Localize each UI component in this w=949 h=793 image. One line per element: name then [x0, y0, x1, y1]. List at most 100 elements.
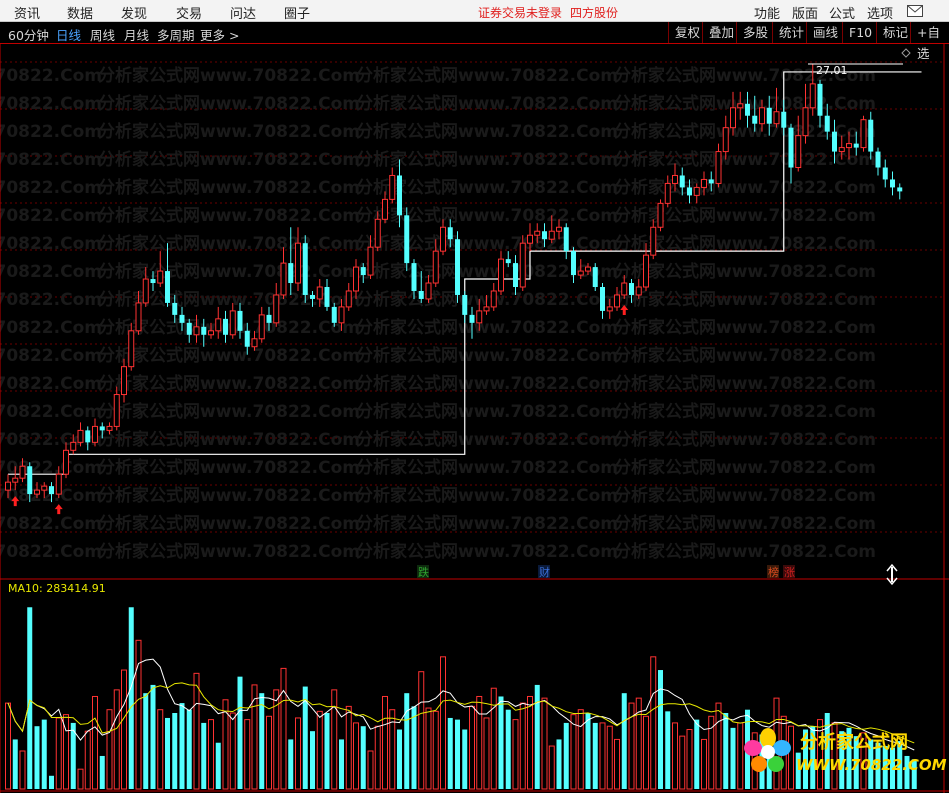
- logo-url: WWW.70822.COM: [796, 756, 947, 774]
- menu-discover[interactable]: 发现: [121, 3, 147, 22]
- candle-body-up: [55, 473, 62, 495]
- volume-bar-down: [592, 722, 598, 789]
- watermark-text: 分析家公式网www.70822.Com: [0, 93, 102, 114]
- candle-body-down: [708, 179, 714, 184]
- draw-line-button[interactable]: 画线: [806, 22, 844, 43]
- watermark-text: 分析家公式网www.70822.Com: [98, 93, 360, 114]
- watermark-text: 分析家公式网www.70822.Com: [0, 149, 102, 170]
- volume-bar-up: [527, 695, 533, 790]
- menu-options[interactable]: 选项: [867, 3, 893, 22]
- marker-rank[interactable]: 榜: [768, 565, 779, 579]
- mark-button[interactable]: 标记: [876, 22, 914, 43]
- watermark-text: 分析家公式网www.70822.Com: [614, 457, 876, 478]
- candle-body-up: [490, 290, 497, 308]
- candle-body-up: [280, 262, 287, 296]
- f10-button[interactable]: F10: [842, 22, 878, 43]
- candle-body-down: [600, 287, 605, 311]
- candle-body-up: [135, 302, 142, 332]
- adjust-button[interactable]: 复权: [668, 22, 706, 43]
- menu-news[interactable]: 资讯: [14, 3, 40, 22]
- tab-more[interactable]: 更多 >: [200, 25, 239, 44]
- volume-indicator-label: MA10: 283414.91: [8, 582, 106, 595]
- watermark-text: 分析家公式网www.70822.Com: [614, 149, 876, 170]
- volume-bar-down: [165, 717, 170, 789]
- candle-body-down: [563, 227, 569, 252]
- volume-bar-up: [686, 729, 693, 790]
- watermark-text: 分析家公式网www.70822.Com: [0, 233, 102, 254]
- volume-bar-up: [599, 722, 606, 790]
- volume-bar-down: [215, 742, 221, 789]
- watermark-text: 分析家公式网www.70822.Com: [0, 513, 102, 534]
- watermark-text: 分析家公式网www.70822.Com: [98, 541, 360, 562]
- watermark-text: 分析家公式网www.70822.Com: [98, 205, 360, 226]
- menu-circle[interactable]: 圈子: [284, 3, 310, 22]
- volume-bar-up: [345, 705, 352, 790]
- candle-body-down: [27, 466, 33, 495]
- volume-bar-down: [505, 709, 511, 789]
- menu-formula[interactable]: 公式: [829, 3, 855, 22]
- watermark-text: 分析家公式网www.70822.Com: [356, 485, 618, 506]
- mail-icon[interactable]: [907, 5, 923, 17]
- candle-body-up: [295, 242, 301, 284]
- candle-body-down: [324, 287, 330, 307]
- candle-body-up: [425, 282, 432, 300]
- candle-body-down: [882, 167, 888, 180]
- overlay-button[interactable]: 叠加: [702, 22, 740, 43]
- marker-finance[interactable]: 财: [539, 565, 550, 579]
- watermark-text: 分析家公式网www.70822.Com: [356, 205, 618, 226]
- candle-body-down: [165, 271, 170, 303]
- candle-body-up: [258, 314, 265, 340]
- menu-layout[interactable]: 版面: [792, 3, 818, 22]
- volume-bar-down: [556, 739, 562, 789]
- volume-bar-down: [447, 717, 453, 789]
- diamond-icon[interactable]: [901, 48, 911, 58]
- candle-body-up: [759, 107, 765, 125]
- volume-bar-up: [244, 719, 251, 790]
- watermark-text: 分析家公式网www.70822.Com: [0, 205, 102, 226]
- tab-weekly[interactable]: 周线: [90, 25, 115, 44]
- volume-bar-down: [259, 693, 265, 789]
- menu-data[interactable]: 数据: [67, 3, 93, 22]
- marker-fall[interactable]: 跌: [418, 565, 429, 579]
- marker-rise[interactable]: 涨: [784, 566, 795, 579]
- menu-trade[interactable]: 交易: [176, 3, 202, 22]
- watermark-text: 分析家公式网www.70822.Com: [356, 401, 618, 422]
- multi-stock-button[interactable]: 多股: [736, 22, 774, 43]
- candle-body-down: [469, 314, 475, 323]
- volume-bar-down: [310, 731, 315, 789]
- volume-bar-up: [331, 689, 338, 790]
- candle-body-up: [519, 242, 526, 288]
- watermark-text: 分析家公式网www.70822.Com: [614, 373, 876, 394]
- volume-bar-up: [679, 735, 686, 790]
- tab-monthly[interactable]: 月线: [124, 25, 149, 44]
- add-watchlist-button[interactable]: +自选: [910, 22, 949, 61]
- resize-cursor-icon[interactable]: [886, 563, 898, 586]
- tab-multi-period[interactable]: 多周期: [157, 25, 195, 44]
- candle-body-up: [672, 174, 678, 184]
- candle-body-up: [63, 449, 69, 475]
- stats-button[interactable]: 统计: [772, 22, 810, 43]
- tab-60min[interactable]: 60分钟: [8, 25, 49, 44]
- candle-body-up: [737, 103, 744, 109]
- period-toolbar: 60分钟 日线 周线 月线 多周期 更多 > 复权 叠加 多股 统计 画线 F1…: [0, 22, 949, 61]
- volume-bar-up: [208, 719, 214, 790]
- volume-bar-up: [193, 672, 200, 790]
- watermark-text: 分析家公式网www.70822.Com: [614, 317, 876, 338]
- volume-bar-up: [490, 687, 497, 790]
- watermark-text: 分析家公式网www.70822.Com: [614, 429, 876, 450]
- watermark-text: 分析家公式网www.70822.Com: [614, 513, 876, 534]
- candle-body-down: [99, 426, 105, 431]
- candle-body-up: [70, 441, 77, 451]
- candle-body-up: [316, 286, 323, 300]
- candle-body-down: [49, 486, 54, 495]
- tab-daily[interactable]: 日线: [56, 25, 81, 44]
- candle-body-down: [331, 306, 337, 323]
- menu-function[interactable]: 功能: [754, 3, 780, 22]
- menu-ask[interactable]: 问达: [230, 3, 256, 22]
- volume-bar-down: [186, 709, 192, 789]
- candle-body-up: [41, 485, 48, 491]
- kline-chart[interactable]: 分析家公式网www.70822.Com分析家公式网www.70822.Com分析…: [0, 44, 949, 793]
- volume-bar-down: [12, 739, 18, 789]
- login-status-notice[interactable]: 证券交易未登录: [478, 4, 562, 21]
- watermark-text: 分析家公式网www.70822.Com: [0, 121, 102, 142]
